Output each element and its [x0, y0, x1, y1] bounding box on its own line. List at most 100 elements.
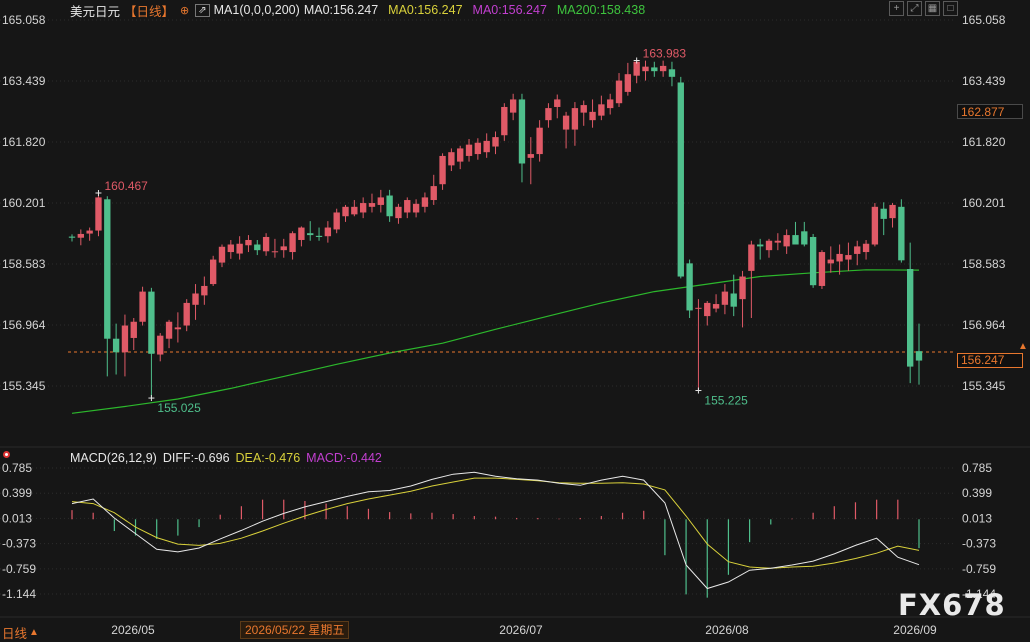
candle[interactable]: [845, 242, 852, 271]
candle[interactable]: [783, 229, 790, 254]
candle[interactable]: [598, 95, 605, 121]
candle[interactable]: [236, 236, 243, 260]
candle[interactable]: [827, 246, 834, 273]
candle[interactable]: [889, 203, 896, 228]
candle[interactable]: [554, 94, 561, 119]
candle[interactable]: [209, 255, 217, 286]
candle[interactable]: [465, 138, 473, 162]
candle[interactable]: [615, 73, 623, 107]
candle[interactable]: [607, 93, 614, 115]
candle[interactable]: [448, 148, 455, 172]
candle[interactable]: [86, 227, 93, 241]
crosshair-icon[interactable]: +: [889, 1, 904, 16]
expand-icon[interactable]: ⤢: [907, 1, 922, 16]
candle[interactable]: [183, 299, 190, 332]
candle[interactable]: [774, 233, 782, 251]
candle[interactable]: [562, 111, 570, 149]
maximize-icon[interactable]: □: [943, 1, 958, 16]
candle[interactable]: [589, 99, 596, 128]
candle[interactable]: [483, 133, 490, 158]
candle[interactable]: [298, 226, 305, 247]
candle[interactable]: [148, 287, 155, 399]
candle[interactable]: [668, 61, 676, 87]
date-axis[interactable]: 2026/05 2026/07 2026/08 2026/09: [111, 623, 937, 637]
candle[interactable]: [704, 301, 711, 326]
candle[interactable]: [624, 62, 632, 96]
macd-title[interactable]: MACD(26,12,9): [70, 451, 157, 465]
period-label[interactable]: 【日线】: [124, 1, 174, 20]
candle[interactable]: [412, 199, 420, 218]
candle[interactable]: [545, 103, 552, 128]
chart-canvas[interactable]: 160.467 155.025 163.983 155.225 165.058 165.…: [0, 0, 1030, 641]
candle[interactable]: [439, 153, 446, 190]
candle[interactable]: [739, 270, 746, 328]
candle[interactable]: [898, 199, 905, 263]
candle[interactable]: [748, 240, 755, 318]
candle[interactable]: [642, 60, 649, 81]
candle[interactable]: [201, 276, 208, 305]
candle[interactable]: [192, 284, 199, 320]
candle[interactable]: [289, 231, 296, 260]
candle[interactable]: [359, 197, 367, 219]
candle[interactable]: [633, 60, 640, 84]
candle[interactable]: [368, 193, 376, 213]
candle[interactable]: [139, 286, 146, 326]
candle[interactable]: [757, 238, 764, 260]
chevron-up-icon[interactable]: ▲: [29, 627, 39, 638]
candle[interactable]: [536, 120, 543, 162]
candle[interactable]: [571, 102, 579, 146]
candle[interactable]: [421, 192, 429, 213]
candle[interactable]: [112, 323, 120, 375]
candle[interactable]: [712, 294, 720, 313]
candle[interactable]: [395, 203, 402, 224]
candle[interactable]: [792, 221, 799, 245]
candle[interactable]: [68, 234, 76, 242]
candle[interactable]: [862, 239, 870, 260]
candle[interactable]: [518, 93, 526, 183]
candle[interactable]: [501, 103, 508, 141]
candle[interactable]: [280, 238, 287, 258]
candle[interactable]: [474, 138, 482, 160]
candle[interactable]: [871, 203, 879, 247]
period-switcher[interactable]: 日线 ▲: [2, 623, 39, 642]
candle[interactable]: [580, 100, 587, 126]
candle[interactable]: [659, 60, 667, 77]
candle[interactable]: [457, 145, 464, 170]
candle[interactable]: [801, 221, 808, 247]
layout-icon[interactable]: ▦: [925, 1, 940, 16]
candle[interactable]: [104, 196, 111, 377]
candle[interactable]: [818, 250, 826, 289]
ma-params[interactable]: MA1(0,0,0,200): [214, 3, 300, 17]
candle[interactable]: [765, 238, 773, 258]
candle[interactable]: [174, 312, 182, 343]
add-indicator-icon[interactable]: ⊕: [180, 4, 189, 17]
candle[interactable]: [377, 189, 384, 213]
candle[interactable]: [77, 229, 84, 246]
candle[interactable]: [271, 238, 279, 258]
candle[interactable]: [836, 244, 843, 275]
macd-panel[interactable]: [71, 471, 920, 598]
candle[interactable]: [809, 233, 817, 288]
candle[interactable]: [404, 197, 411, 219]
ma-settings-icon[interactable]: ⇗: [195, 3, 210, 17]
candle[interactable]: [509, 93, 517, 121]
candle[interactable]: [880, 202, 887, 236]
candle[interactable]: [95, 192, 102, 237]
period-label-footer[interactable]: 日线: [2, 623, 27, 642]
candle[interactable]: [677, 76, 684, 279]
candle[interactable]: [386, 189, 393, 222]
candle[interactable]: [430, 174, 437, 205]
candle[interactable]: [130, 317, 137, 351]
candle[interactable]: [324, 221, 332, 243]
candle[interactable]: [492, 131, 499, 155]
candle[interactable]: [351, 200, 358, 217]
candle[interactable]: [686, 259, 693, 318]
candle[interactable]: [854, 240, 861, 266]
candlestick-layer[interactable]: [68, 60, 923, 399]
candle[interactable]: [121, 314, 129, 377]
candle[interactable]: [254, 239, 261, 256]
candle[interactable]: [915, 323, 923, 385]
candle[interactable]: [333, 208, 340, 234]
candle[interactable]: [157, 333, 164, 362]
candle[interactable]: [307, 221, 314, 241]
